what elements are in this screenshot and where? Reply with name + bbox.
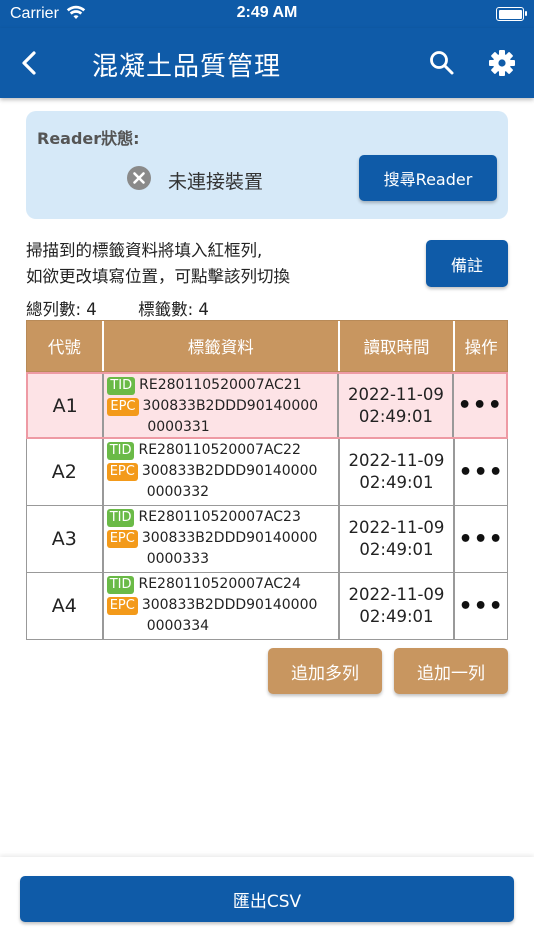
tid-badge: TID <box>106 575 135 594</box>
row-read-time: 2022-11-09 02:49:01 <box>340 573 456 639</box>
read-time: 02:49:01 <box>359 540 434 559</box>
read-date: 2022-11-09 <box>347 384 444 404</box>
tid-value: RE280110520007AC23 <box>138 509 301 525</box>
reader-connection-status: 未連接裝置 <box>168 171 264 193</box>
read-date: 2022-11-09 <box>348 585 445 604</box>
search-reader-button[interactable]: 搜尋Reader <box>359 155 497 201</box>
tid-badge: TID <box>106 508 135 527</box>
row-tag-data: TID RE280110520007AC23 EPC 300833B2DDD9014… <box>104 506 340 572</box>
export-csv-button[interactable]: 匯出CSV <box>20 876 514 922</box>
row-count: 總列數: 4 <box>26 300 97 319</box>
epc-value: 300833B2DDD90140000 <box>141 597 318 613</box>
more-options-button[interactable]: ••• <box>455 573 507 639</box>
memo-button[interactable]: 備註 <box>426 240 508 287</box>
bottom-bar: 匯出CSV <box>0 857 534 950</box>
row-read-time: 2022-11-09 02:49:01 <box>340 439 456 505</box>
tid-badge: TID <box>107 376 136 395</box>
more-options-button[interactable]: ••• <box>455 506 507 572</box>
epc-badge: EPC <box>107 397 139 416</box>
row-tag-data: TID RE280110520007AC21 EPC 300833B2DDD9014… <box>104 374 340 437</box>
epc-value: 300833B2DDD90140000 <box>141 530 318 546</box>
read-time: 02:49:01 <box>358 406 433 426</box>
row-code: A2 <box>27 439 104 505</box>
header-tag-data: 標籤資料 <box>104 321 340 371</box>
more-options-button[interactable]: ••• <box>454 374 506 437</box>
epc-value: 300833B2DDD90140000 <box>142 398 319 414</box>
reader-status-label: Reader狀態: <box>37 129 140 148</box>
table-row[interactable]: A3 TID RE280110520007AC23 EPC 300833B2DDD9… <box>26 506 508 573</box>
row-code: A3 <box>27 506 104 572</box>
row-code: A4 <box>27 573 104 639</box>
tid-badge: TID <box>106 441 135 460</box>
table-row[interactable]: A4 TID RE280110520007AC24 EPC 300833B2DDD9… <box>26 573 508 640</box>
add-multiple-rows-button[interactable]: 追加多列 <box>268 648 382 694</box>
header-operations: 操作 <box>464 338 498 357</box>
row-code: A1 <box>28 374 105 437</box>
epc-value-continued: 0000331 <box>147 419 210 435</box>
tid-value: RE280110520007AC22 <box>138 442 301 458</box>
row-tag-data: TID RE280110520007AC22 EPC 300833B2DDD9014… <box>104 439 340 505</box>
epc-value-continued: 0000334 <box>146 618 210 634</box>
tid-value: RE280110520007AC21 <box>139 377 302 393</box>
epc-value-continued: 0000332 <box>146 484 210 500</box>
counts-summary: 總列數: 4 標籤數: 4 <box>26 296 245 320</box>
read-time: 02:49:01 <box>359 473 434 492</box>
epc-value-continued: 0000333 <box>146 551 210 567</box>
header-read-time: 讀取時間 <box>340 321 456 371</box>
header-code: 代號 <box>27 321 104 371</box>
epc-badge: EPC <box>106 529 138 548</box>
tid-value: RE280110520007AC24 <box>138 576 301 592</box>
read-date: 2022-11-09 <box>348 518 445 537</box>
table-header: 代號 標籤資料 讀取時間 操作 <box>26 320 508 372</box>
scan-instructions: 掃描到的標籤資料將填入紅框列, 如欲更改填寫位置，可點擊該列切換 <box>26 238 290 290</box>
table-row-selected[interactable]: A1 TID RE280110520007AC21 EPC 300833B2DDD9… <box>26 372 508 439</box>
table-row[interactable]: A2 TID RE280110520007AC22 EPC 300833B2DDD9… <box>26 439 508 506</box>
epc-value: 300833B2DDD90140000 <box>141 463 318 479</box>
add-one-row-button[interactable]: 追加一列 <box>394 648 508 694</box>
instruction-line-2: 如欲更改填寫位置，可點擊該列切換 <box>26 267 290 286</box>
gear-icon[interactable] <box>484 45 520 81</box>
status-bar: Carrier 2:49 AM <box>0 0 534 28</box>
close-circle-icon <box>127 166 151 190</box>
instruction-line-1: 掃描到的標籤資料將填入紅框列, <box>26 241 263 260</box>
epc-badge: EPC <box>106 462 138 481</box>
epc-badge: EPC <box>106 596 138 615</box>
tag-count: 標籤數: 4 <box>138 300 209 319</box>
more-options-button[interactable]: ••• <box>455 439 507 505</box>
tag-table: 代號 標籤資料 讀取時間 操作 A1 TID RE280110520007AC21… <box>26 320 508 640</box>
read-date: 2022-11-09 <box>348 451 445 470</box>
search-icon[interactable] <box>424 45 460 81</box>
page-title: 混凝土品質管理 <box>92 52 282 82</box>
read-time: 02:49:01 <box>359 607 434 626</box>
row-read-time: 2022-11-09 02:49:01 <box>340 506 456 572</box>
chevron-left-icon[interactable] <box>12 45 48 81</box>
row-tag-data: TID RE280110520007AC24 EPC 300833B2DDD9014… <box>104 573 340 639</box>
row-read-time: 2022-11-09 02:49:01 <box>339 374 455 437</box>
reader-status-card: Reader狀態: 未連接裝置 搜尋Reader <box>26 111 508 219</box>
battery-icon <box>496 7 527 21</box>
nav-bar: 混凝土品質管理 <box>0 28 534 98</box>
clock: 2:49 AM <box>236 4 298 21</box>
